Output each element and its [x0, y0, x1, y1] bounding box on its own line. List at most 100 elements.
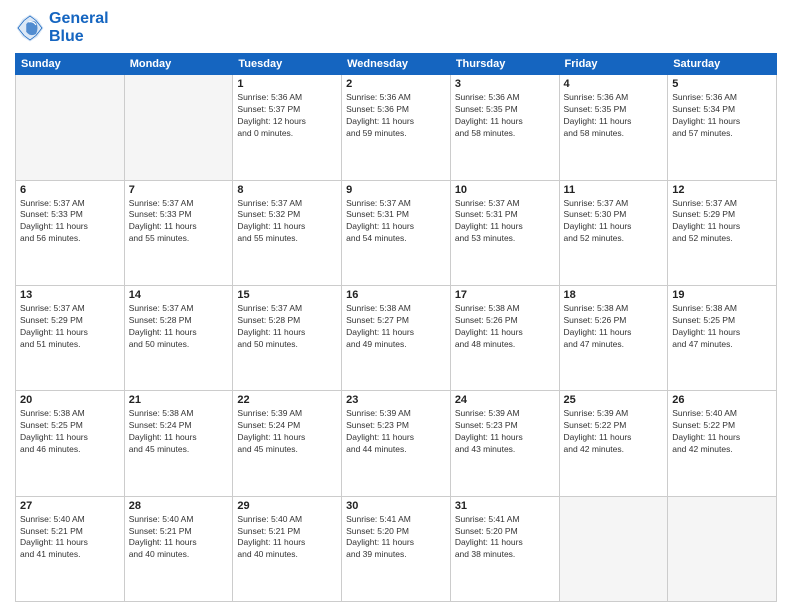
- day-number: 8: [237, 184, 337, 196]
- day-info: Sunrise: 5:39 AMSunset: 5:23 PMDaylight:…: [455, 408, 555, 456]
- logo: General Blue: [15, 10, 109, 45]
- calendar-cell: 6 Sunrise: 5:37 AMSunset: 5:33 PMDaylight…: [16, 180, 125, 285]
- calendar-cell: 13Sunrise: 5:37 AMSunset: 5:29 PMDayligh…: [16, 285, 125, 390]
- logo-text: General Blue: [49, 10, 109, 45]
- calendar-cell: 28 Sunrise: 5:40 AMSunset: 5:21 PMDayligh…: [124, 496, 233, 601]
- day-number: 13: [20, 289, 120, 301]
- day-info: Sunrise: 5:37 AMSunset: 5:33 PMDaylight:…: [20, 198, 120, 246]
- calendar-cell: 23 Sunrise: 5:39 AMSunset: 5:23 PMDayligh…: [342, 391, 451, 496]
- calendar-cell: 2 Sunrise: 5:36 AMSunset: 5:36 PMDaylight…: [342, 75, 451, 180]
- calendar-cell: 19 Sunrise: 5:38 AMSunset: 5:25 PMDayligh…: [668, 285, 777, 390]
- calendar-cell: [668, 496, 777, 601]
- calendar-week-2: 6 Sunrise: 5:37 AMSunset: 5:33 PMDaylight…: [16, 180, 777, 285]
- calendar-cell: 29 Sunrise: 5:40 AMSunset: 5:21 PMDayligh…: [233, 496, 342, 601]
- day-number: 3: [455, 78, 555, 90]
- calendar-cell: 25 Sunrise: 5:39 AMSunset: 5:22 PMDayligh…: [559, 391, 668, 496]
- day-info: Sunrise: 5:40 AMSunset: 5:21 PMDaylight:…: [237, 514, 337, 562]
- day-info: Sunrise: 5:37 AMSunset: 5:29 PMDaylight:…: [672, 198, 772, 246]
- calendar-week-4: 20 Sunrise: 5:38 AMSunset: 5:25 PMDayligh…: [16, 391, 777, 496]
- day-info: Sunrise: 5:37 AMSunset: 5:32 PMDaylight:…: [237, 198, 337, 246]
- day-number: 15: [237, 289, 337, 301]
- calendar-table: SundayMondayTuesdayWednesdayThursdayFrid…: [15, 53, 777, 602]
- day-info: Sunrise: 5:37 AMSunset: 5:33 PMDaylight:…: [129, 198, 229, 246]
- day-info: Sunrise: 5:40 AMSunset: 5:21 PMDaylight:…: [129, 514, 229, 562]
- day-number: 27: [20, 500, 120, 512]
- day-number: 21: [129, 394, 229, 406]
- day-number: 2: [346, 78, 446, 90]
- day-number: 29: [237, 500, 337, 512]
- day-number: 19: [672, 289, 772, 301]
- day-info: Sunrise: 5:38 AMSunset: 5:25 PMDaylight:…: [672, 303, 772, 351]
- calendar-cell: 16 Sunrise: 5:38 AMSunset: 5:27 PMDayligh…: [342, 285, 451, 390]
- calendar-header-friday: Friday: [559, 54, 668, 75]
- calendar-header-monday: Monday: [124, 54, 233, 75]
- day-number: 30: [346, 500, 446, 512]
- calendar-cell: 21 Sunrise: 5:38 AMSunset: 5:24 PMDayligh…: [124, 391, 233, 496]
- calendar-cell: 31 Sunrise: 5:41 AMSunset: 5:20 PMDayligh…: [450, 496, 559, 601]
- calendar-cell: 12 Sunrise: 5:37 AMSunset: 5:29 PMDayligh…: [668, 180, 777, 285]
- day-number: 20: [20, 394, 120, 406]
- calendar-week-1: 1 Sunrise: 5:36 AMSunset: 5:37 PMDaylight…: [16, 75, 777, 180]
- calendar-cell: 5Sunrise: 5:36 AMSunset: 5:34 PMDaylight…: [668, 75, 777, 180]
- day-number: 1: [237, 78, 337, 90]
- day-info: Sunrise: 5:39 AMSunset: 5:24 PMDaylight:…: [237, 408, 337, 456]
- calendar-cell: [559, 496, 668, 601]
- day-number: 31: [455, 500, 555, 512]
- calendar-cell: 15 Sunrise: 5:37 AMSunset: 5:28 PMDayligh…: [233, 285, 342, 390]
- day-info: Sunrise: 5:38 AMSunset: 5:26 PMDaylight:…: [455, 303, 555, 351]
- calendar-cell: 14Sunrise: 5:37 AMSunset: 5:28 PMDayligh…: [124, 285, 233, 390]
- day-info: Sunrise: 5:36 AMSunset: 5:37 PMDaylight:…: [237, 92, 337, 140]
- calendar-cell: 3 Sunrise: 5:36 AMSunset: 5:35 PMDaylight…: [450, 75, 559, 180]
- day-number: 12: [672, 184, 772, 196]
- day-info: Sunrise: 5:38 AMSunset: 5:26 PMDaylight:…: [564, 303, 664, 351]
- day-number: 17: [455, 289, 555, 301]
- calendar-header-tuesday: Tuesday: [233, 54, 342, 75]
- day-number: 10: [455, 184, 555, 196]
- day-number: 18: [564, 289, 664, 301]
- day-info: Sunrise: 5:37 AMSunset: 5:31 PMDaylight:…: [346, 198, 446, 246]
- day-info: Sunrise: 5:39 AMSunset: 5:22 PMDaylight:…: [564, 408, 664, 456]
- day-info: Sunrise: 5:39 AMSunset: 5:23 PMDaylight:…: [346, 408, 446, 456]
- day-number: 28: [129, 500, 229, 512]
- calendar-cell: 22Sunrise: 5:39 AMSunset: 5:24 PMDayligh…: [233, 391, 342, 496]
- day-info: Sunrise: 5:38 AMSunset: 5:24 PMDaylight:…: [129, 408, 229, 456]
- calendar-header-sunday: Sunday: [16, 54, 125, 75]
- day-number: 6: [20, 184, 120, 196]
- day-info: Sunrise: 5:41 AMSunset: 5:20 PMDaylight:…: [455, 514, 555, 562]
- day-info: Sunrise: 5:37 AMSunset: 5:31 PMDaylight:…: [455, 198, 555, 246]
- day-info: Sunrise: 5:36 AMSunset: 5:34 PMDaylight:…: [672, 92, 772, 140]
- day-info: Sunrise: 5:37 AMSunset: 5:30 PMDaylight:…: [564, 198, 664, 246]
- day-info: Sunrise: 5:40 AMSunset: 5:21 PMDaylight:…: [20, 514, 120, 562]
- day-number: 11: [564, 184, 664, 196]
- calendar-cell: 11 Sunrise: 5:37 AMSunset: 5:30 PMDayligh…: [559, 180, 668, 285]
- calendar-week-5: 27 Sunrise: 5:40 AMSunset: 5:21 PMDayligh…: [16, 496, 777, 601]
- day-number: 14: [129, 289, 229, 301]
- day-number: 23: [346, 394, 446, 406]
- calendar-cell: [16, 75, 125, 180]
- calendar-cell: 30 Sunrise: 5:41 AMSunset: 5:20 PMDayligh…: [342, 496, 451, 601]
- calendar-cell: 8 Sunrise: 5:37 AMSunset: 5:32 PMDaylight…: [233, 180, 342, 285]
- day-number: 25: [564, 394, 664, 406]
- day-info: Sunrise: 5:38 AMSunset: 5:27 PMDaylight:…: [346, 303, 446, 351]
- calendar-cell: 1 Sunrise: 5:36 AMSunset: 5:37 PMDaylight…: [233, 75, 342, 180]
- day-number: 24: [455, 394, 555, 406]
- calendar-cell: 4Sunrise: 5:36 AMSunset: 5:35 PMDaylight…: [559, 75, 668, 180]
- day-info: Sunrise: 5:36 AMSunset: 5:35 PMDaylight:…: [455, 92, 555, 140]
- calendar-cell: 27 Sunrise: 5:40 AMSunset: 5:21 PMDayligh…: [16, 496, 125, 601]
- calendar-cell: 20 Sunrise: 5:38 AMSunset: 5:25 PMDayligh…: [16, 391, 125, 496]
- calendar-header-thursday: Thursday: [450, 54, 559, 75]
- day-info: Sunrise: 5:36 AMSunset: 5:35 PMDaylight:…: [564, 92, 664, 140]
- logo-icon: [15, 13, 45, 43]
- calendar-cell: 26Sunrise: 5:40 AMSunset: 5:22 PMDayligh…: [668, 391, 777, 496]
- day-number: 9: [346, 184, 446, 196]
- day-info: Sunrise: 5:37 AMSunset: 5:28 PMDaylight:…: [237, 303, 337, 351]
- day-info: Sunrise: 5:40 AMSunset: 5:22 PMDaylight:…: [672, 408, 772, 456]
- header: General Blue: [15, 10, 777, 45]
- calendar-header-saturday: Saturday: [668, 54, 777, 75]
- day-info: Sunrise: 5:41 AMSunset: 5:20 PMDaylight:…: [346, 514, 446, 562]
- day-info: Sunrise: 5:36 AMSunset: 5:36 PMDaylight:…: [346, 92, 446, 140]
- day-info: Sunrise: 5:38 AMSunset: 5:25 PMDaylight:…: [20, 408, 120, 456]
- day-number: 16: [346, 289, 446, 301]
- calendar-cell: 10 Sunrise: 5:37 AMSunset: 5:31 PMDayligh…: [450, 180, 559, 285]
- calendar-cell: 9 Sunrise: 5:37 AMSunset: 5:31 PMDaylight…: [342, 180, 451, 285]
